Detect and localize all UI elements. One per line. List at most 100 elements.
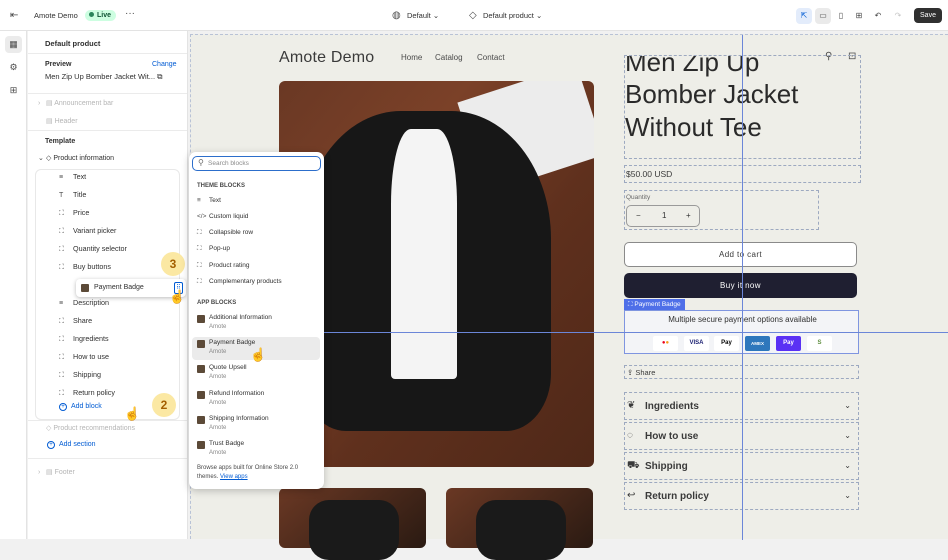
theme-block-item[interactable]: ⛶ Complementary products [197,278,282,286]
quantity-selector-block[interactable]: Quantity − 1 + [624,190,819,230]
theme-block-label: Collapsible row [209,229,254,236]
block-item[interactable]: T Title [59,190,86,199]
block-item[interactable]: ⛶ Variant picker [59,226,116,236]
change-preview-link[interactable]: Change [152,61,177,68]
block-item[interactable]: ⛶ Share [59,316,92,326]
nav-home[interactable]: Home [401,53,422,62]
section-label: Product recommendations [53,425,136,432]
block-label: Shipping [73,370,101,379]
block-label: Price [73,208,90,217]
quantity-plus-button[interactable]: + [686,211,691,220]
app-block-vendor: Amote [209,324,227,330]
block-label: Return policy [73,388,115,397]
block-item[interactable]: ≡ Text [59,172,86,181]
settings-gear-icon[interactable]: ⚙ [5,59,22,76]
text-icon: ≡ [59,174,64,181]
app-block-item[interactable]: Refund Information Amote [192,388,320,411]
block-item[interactable]: ⛶ Quantity selector [59,244,127,254]
theme-block-label: Custom liquid [209,213,249,220]
external-link-icon[interactable]: ⧉ [157,72,162,81]
undo-icon[interactable]: ↶ [870,8,886,24]
theme-block-item[interactable]: </> Custom liquid [197,213,248,220]
block-item[interactable]: ⛶ Ingredients [59,334,109,344]
app-block-item[interactable]: Trust Badge Amote [192,438,320,461]
block-item[interactable]: ⛶ Return policy [59,388,115,398]
add-block-button[interactable]: + Add block [59,403,102,411]
store-name: Amote Demo [34,11,78,20]
block-label: Quantity selector [73,244,127,253]
fullscreen-icon[interactable]: ⊞ [851,8,867,24]
block-label: Variant picker [73,226,117,235]
product-image[interactable] [279,81,594,467]
add-section-button[interactable]: + Add section [47,441,96,449]
theme-block-label: Complementary products [209,278,282,285]
hand-cursor-icon: ☝ [169,289,186,304]
redo-icon[interactable]: ↷ [890,8,906,24]
buy-it-now-button[interactable]: Buy it now [624,273,857,298]
block-icon: ⛶ [59,264,64,271]
dragging-block-label: Payment Badge [94,284,144,291]
exit-icon[interactable]: ⇤ [10,10,18,21]
block-item[interactable]: ⛶ Price [59,208,89,218]
section-footer[interactable]: › ▤ Footer [38,468,75,476]
desktop-view-icon[interactable]: ▭ [815,8,831,24]
product-thumbnail[interactable] [279,488,426,560]
product-thumbnail[interactable] [446,488,593,560]
mobile-view-icon[interactable]: ▯ [833,8,849,24]
app-block-item[interactable]: Quote Upsell Amote [192,362,320,385]
nav-catalog[interactable]: Catalog [435,53,463,62]
section-announcement-bar[interactable]: › ▤ Announcement bar [38,99,113,107]
theme-select-value: Default [407,11,431,20]
block-item[interactable]: ⛶ Buy buttons [59,262,111,272]
theme-block-item[interactable]: ⛶ Product rating [197,262,249,270]
section-header[interactable]: ▤ Header [38,117,78,125]
step-badge-3: 3 [161,252,185,276]
app-block-name: Trust Badge [209,440,245,447]
product-image-shirt [391,129,457,379]
theme-block-item[interactable]: ⛶ Pop-up [197,245,230,253]
hand-cursor-icon: ☝ [250,347,267,362]
theme-block-item[interactable]: ⛶ Collapsible row [197,229,253,237]
amex-icon: AMEX [745,336,770,351]
apps-icon[interactable]: ⊞ [5,82,22,99]
block-icon: ⛶ [59,246,64,253]
template-select[interactable]: Default product ⌄ [483,11,542,20]
app-block-item[interactable]: Shipping Information Amote [192,413,320,436]
live-status-badge: Live [85,10,117,21]
quantity-value[interactable]: 1 [662,211,666,220]
more-actions-icon[interactable]: ··· [125,8,135,19]
block-label: Share [73,316,93,325]
app-block-name: Payment Badge [209,339,256,346]
divider [28,458,187,459]
nav-contact[interactable]: Contact [477,53,505,62]
theme-blocks-heading: THEME BLOCKS [197,183,245,189]
section-product-recommendations[interactable]: ◇ Product recommendations [38,424,135,432]
text-icon: ≡ [59,300,64,307]
sections-icon[interactable]: ▦ [5,36,22,53]
block-item[interactable]: ⛶ Shipping [59,370,101,380]
app-block-item[interactable]: Additional Information Amote [192,312,320,335]
block-icon: ⛶ [59,228,64,235]
inspector-icon[interactable]: ⇱ [796,8,812,24]
section-product-information[interactable]: ⌄ ◇ Product information [38,154,114,162]
save-button[interactable]: Save [914,8,942,23]
block-icon: ⛶ [197,229,202,236]
theme-block-item[interactable]: ≡ Text [197,197,221,204]
preview-product[interactable]: Men Zip Up Bomber Jacket Wit... ⧉ [45,72,163,82]
section-label: Product information [53,155,115,162]
shop-pay-icon: Pay [776,336,801,351]
block-label: Ingredients [73,334,109,343]
search-blocks-input[interactable]: Search blocks [192,156,321,171]
block-item[interactable]: ⛶ How to use [59,352,109,362]
store-logo[interactable]: Amote Demo [279,49,374,67]
chevron-down-icon: ⌄ [844,461,851,470]
block-icon: ⛶ [59,318,64,325]
add-to-cart-button[interactable]: Add to cart [624,242,857,267]
view-apps-link[interactable]: View apps [220,474,248,480]
block-item[interactable]: ≡ Description [59,298,109,307]
quantity-minus-button[interactable]: − [636,211,641,220]
quantity-stepper[interactable]: − 1 + [626,205,700,227]
divider [28,420,187,421]
theme-select[interactable]: Default ⌄ [407,11,439,20]
block-icon: ⛶ [197,245,202,252]
